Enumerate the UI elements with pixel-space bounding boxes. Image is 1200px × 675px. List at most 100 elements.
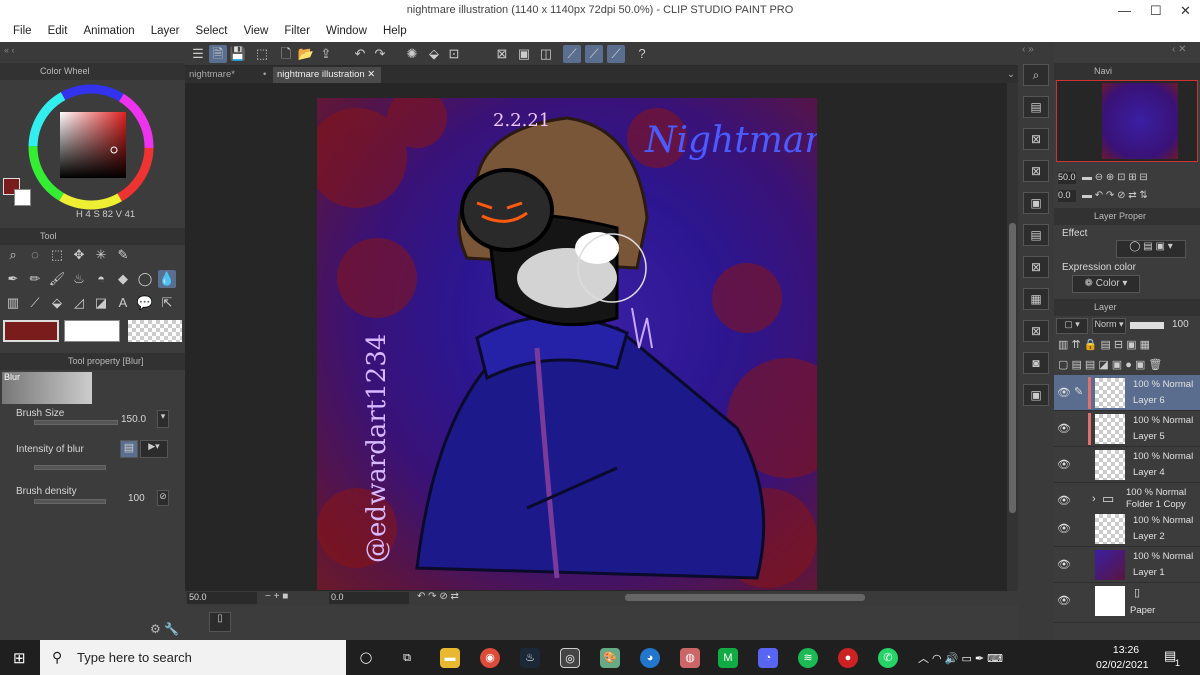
sub-drawing-color[interactable] [64, 320, 120, 342]
blend-mode-dropdown[interactable]: Norm ▾ [1092, 318, 1126, 334]
material-icon[interactable]: ▤ [1023, 96, 1049, 118]
lasso-fill-tool-icon[interactable]: ◯ [136, 270, 154, 288]
airbrush-tool-icon[interactable]: ♨ [70, 270, 88, 288]
preview-icon[interactable]: ▣ [1023, 384, 1049, 406]
intensity-slider[interactable] [34, 465, 106, 470]
artwork-canvas[interactable]: 2.2.21 Nightmare @edwardart1234 [317, 98, 817, 590]
app-icon[interactable]: ◕ [640, 648, 660, 668]
cherry-icon[interactable]: ● [838, 648, 858, 668]
zoom-tool-icon[interactable]: ⌕ [4, 246, 22, 264]
vertical-scrollbar[interactable] [1007, 83, 1018, 591]
redo-icon[interactable]: ↷ [371, 45, 389, 63]
text-tool-icon[interactable]: A [114, 294, 132, 312]
menu-edit[interactable]: Edit [48, 25, 68, 37]
eye-icon[interactable]: 👁 [1057, 386, 1071, 399]
discord-icon[interactable]: ◔ [758, 648, 778, 668]
color-wheel[interactable] [26, 82, 156, 212]
move-tool-icon[interactable]: ✥ [70, 246, 88, 264]
minimize-button[interactable]: — [1118, 3, 1131, 18]
navigator-toggle-icon[interactable]: ▯ [209, 612, 231, 632]
decoration-tool-icon[interactable]: ◓ [92, 270, 110, 288]
new-canvas-icon[interactable]: 🗎 [209, 45, 227, 63]
fill-bucket-icon[interactable]: ⬙ [425, 45, 443, 63]
pen-tool-icon[interactable]: ✒ [4, 270, 22, 288]
tray-icons[interactable]: ︿ ◠ 🔊 ▭ ✒ ⌨ [918, 650, 1003, 666]
density-slider[interactable] [34, 499, 106, 504]
search-icon[interactable]: ⌕ [1023, 64, 1049, 86]
navigator-angle-value[interactable]: 0.0 [1058, 190, 1076, 202]
sub-color-swatch[interactable] [14, 189, 31, 206]
brush-size-preset-button[interactable]: ▾ [157, 410, 169, 428]
whatsapp-icon[interactable]: ✆ [878, 648, 898, 668]
select-layer-tool-icon[interactable]: ⬚ [48, 246, 66, 264]
zoom-controls[interactable]: − + ■ [265, 591, 288, 602]
chrome-icon[interactable]: ◉ [480, 648, 500, 668]
menu-filter[interactable]: Filter [284, 25, 310, 37]
clock-date[interactable]: 02/02/2021 [1096, 659, 1149, 671]
navigator-zoom-value[interactable]: 50.0 [1058, 172, 1076, 184]
selection-icon[interactable]: ⬚ [253, 45, 271, 63]
help-icon[interactable]: ? [633, 45, 651, 63]
loading-icon[interactable]: ✺ [403, 45, 421, 63]
close-doc-4-icon[interactable]: ⊠ [1023, 320, 1049, 342]
menu-help[interactable]: Help [383, 25, 407, 37]
tab-nightmare-illustration[interactable]: nightmare illustration ✕ [273, 67, 381, 83]
main-drawing-color[interactable] [3, 320, 59, 342]
eye-icon[interactable]: 👁 [1057, 594, 1071, 607]
brush-size-value[interactable]: 150.0 [121, 414, 146, 425]
clip-studio-icon[interactable]: ◎ [560, 648, 580, 668]
transform-icon[interactable]: ⊡ [445, 45, 463, 63]
density-value[interactable]: 100 [128, 493, 145, 504]
stabilizer-1-icon[interactable]: ⟋ [563, 45, 581, 63]
close-doc-icon[interactable]: ⊠ [1023, 128, 1049, 150]
spotify-icon[interactable]: ≋ [798, 648, 818, 668]
layer-row[interactable]: 👁 ✎ 100 % Normal Layer 6 [1054, 375, 1200, 411]
medibang-icon[interactable]: M [718, 648, 738, 668]
eye-icon[interactable]: 👁 [1057, 558, 1071, 571]
eyedropper-tool-icon[interactable]: ✎ [114, 246, 132, 264]
task-view-icon[interactable]: ⧉ [397, 648, 417, 668]
layer-row[interactable]: 👁 100 % Normal Layer 5 [1054, 411, 1200, 447]
layer-options-row-2[interactable]: ▢ ▤ ▤ ◪ ▣ ● ▣ 🗑 [1058, 358, 1162, 371]
stabilizer-3-icon[interactable]: ⟋ [607, 45, 625, 63]
left-panel-collapse[interactable]: « ‹ [0, 42, 185, 62]
correct-line-tool-icon[interactable]: ⇱ [158, 294, 176, 312]
menu-window[interactable]: Window [326, 25, 367, 37]
undo-icon[interactable]: ↶ [351, 45, 369, 63]
blend-tool-icon[interactable]: 💧 [158, 270, 176, 288]
cortana-icon[interactable]: ◯ [356, 648, 376, 668]
tabs-dropdown-icon[interactable]: ⌄ [1003, 67, 1015, 83]
menu-view[interactable]: View [244, 25, 269, 37]
menu-animation[interactable]: Animation [83, 25, 134, 37]
expand-folder-icon[interactable]: › [1092, 493, 1096, 505]
camera-icon[interactable]: ◙ [1023, 352, 1049, 374]
steam-icon[interactable]: ♨ [520, 648, 540, 668]
invert-selection-icon[interactable]: ▣ [515, 45, 533, 63]
gradient-tool-icon[interactable]: ▥ [4, 294, 22, 312]
new-file-icon[interactable]: 🗋 [277, 45, 295, 63]
horizontal-scrollbar[interactable] [625, 594, 865, 601]
layer-options-row-1[interactable]: ▥ ⇈ 🔒 ▤ ⊟ ▣ ▦ [1058, 338, 1150, 351]
close-button[interactable]: ✕ [1180, 3, 1191, 19]
paint-icon[interactable]: 🎨 [600, 648, 620, 668]
brush-tool-icon[interactable]: 🖌 [48, 270, 66, 288]
settings-icon[interactable]: ⚙ 🔧 [150, 622, 179, 636]
clock-time[interactable]: 13:26 [1108, 644, 1144, 656]
density-settings-button[interactable]: ⊘ [157, 490, 169, 506]
history-icon[interactable]: ▤ [1023, 224, 1049, 246]
dock-collapse-icon[interactable]: ‹ » [1022, 44, 1034, 55]
frame-border-tool-icon[interactable]: ◪ [92, 294, 110, 312]
navigator-preview[interactable] [1056, 80, 1198, 162]
lasso-tool-icon[interactable]: ◌ [26, 246, 44, 264]
windows-start-icon[interactable]: ⊞ [13, 649, 26, 667]
close-doc-2-icon[interactable]: ⊠ [1023, 160, 1049, 182]
file-explorer-icon[interactable]: ▬ [440, 648, 460, 668]
tab-nightmare[interactable]: nightmare* • [185, 67, 271, 83]
maximize-button[interactable]: ☐ [1150, 3, 1162, 19]
opacity-slider[interactable] [1130, 322, 1164, 329]
export-icon[interactable]: ⇪ [317, 45, 335, 63]
rotate-controls[interactable]: ↶ ↷ ⊘ ⇄ [417, 591, 459, 602]
eraser-tool-icon[interactable]: ◆ [114, 270, 132, 288]
menu-file[interactable]: File [13, 25, 32, 37]
right-panel-collapse[interactable]: ‹ ✕ [1172, 44, 1187, 55]
